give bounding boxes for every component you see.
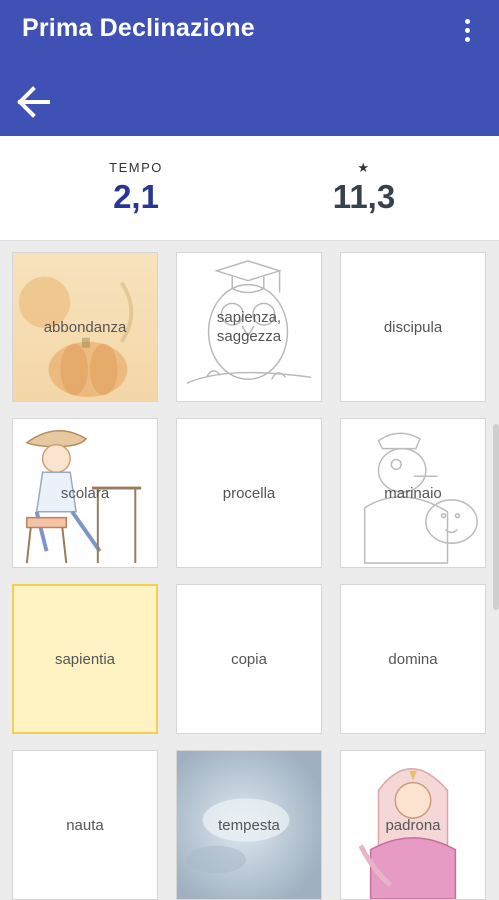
arrow-back-icon[interactable] — [14, 84, 54, 120]
card-label: abbondanza — [43, 318, 127, 336]
page-title: Prima Declinazione — [22, 14, 255, 42]
card-label: nauta — [66, 816, 104, 834]
time-value: 2,1 — [113, 178, 159, 215]
card-label: procella — [222, 484, 276, 502]
word-card[interactable]: domina — [340, 584, 486, 734]
word-card[interactable]: tempesta — [176, 750, 322, 900]
card-label: domina — [388, 650, 438, 668]
stats-panel: TEMPO 2,1 ★ 11,3 — [0, 136, 499, 241]
more-vert-icon[interactable] — [453, 14, 481, 46]
card-grid: abbondanza sapienza, saggezza discipula — [0, 240, 499, 900]
card-label: sapientia — [54, 650, 116, 668]
word-card[interactable]: padrona — [340, 750, 486, 900]
word-card[interactable]: procella — [176, 418, 322, 568]
card-label: scolara — [60, 484, 110, 502]
card-label: tempesta — [218, 816, 280, 834]
word-card[interactable]: scolara — [12, 418, 158, 568]
time-stat: TEMPO 2,1 — [66, 160, 206, 216]
card-label: marinaio — [384, 484, 442, 502]
word-card[interactable]: copia — [176, 584, 322, 734]
scrollbar[interactable] — [493, 424, 499, 610]
word-card[interactable]: discipula — [340, 252, 486, 402]
app-bar: Prima Declinazione — [0, 0, 499, 136]
time-label: TEMPO — [109, 160, 163, 175]
score-value: 11,3 — [332, 178, 396, 215]
word-card[interactable]: marinaio — [340, 418, 486, 568]
word-card[interactable]: sapienza, saggezza — [176, 252, 322, 402]
card-label: discipula — [383, 318, 443, 336]
star-icon: ★ — [357, 160, 371, 175]
card-label: padrona — [385, 816, 441, 834]
score-stat: ★ 11,3 — [294, 160, 434, 216]
word-card[interactable]: nauta — [12, 750, 158, 900]
word-card[interactable]: abbondanza — [12, 252, 158, 402]
card-label: sapienza, saggezza — [216, 309, 282, 345]
word-card-selected[interactable]: sapientia — [12, 584, 158, 734]
card-label: copia — [231, 650, 267, 668]
